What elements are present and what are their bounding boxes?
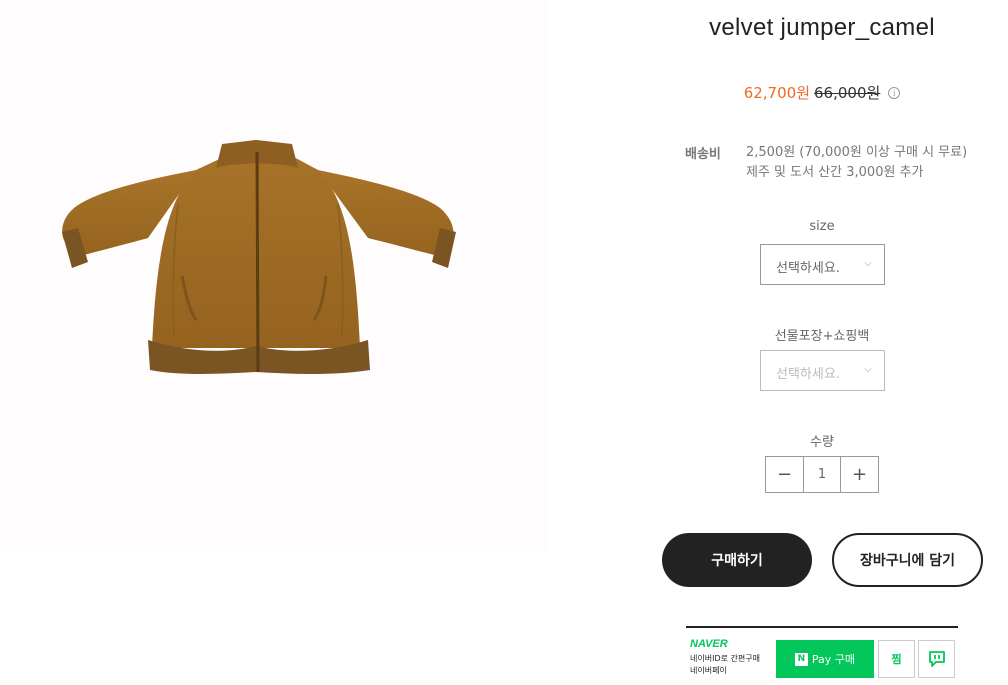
wishlist-button[interactable]: 찜	[878, 640, 915, 678]
naver-n-icon: N	[794, 652, 808, 666]
naver-desc-line-2: 네이버페이	[690, 666, 727, 675]
naver-logo: NAVER	[690, 638, 728, 650]
buy-button[interactable]: 구매하기	[662, 533, 812, 587]
naver-pay-label: Pay 구매	[811, 653, 856, 666]
product-title: velvet jumper_camel	[709, 14, 935, 41]
gift-wrap-label: 선물포장+쇼핑백	[774, 329, 870, 344]
size-select[interactable]: 선택하세요. ⌵	[760, 244, 885, 285]
shipping-line-2: 제주 및 도서 산간 3,000원 추가	[746, 165, 924, 180]
gift-wrap-select[interactable]: 선택하세요. ⌵	[760, 350, 885, 391]
quantity-decrease-button[interactable]: −	[766, 457, 803, 492]
talk-button[interactable]	[918, 640, 955, 678]
quantity-label: 수량	[810, 435, 834, 450]
product-image-area	[0, 0, 548, 552]
talk-icon	[928, 651, 945, 667]
sale-price: 62,700원	[743, 84, 810, 102]
naver-pay-box: NAVER 네이버ID로 간편구매 네이버페이 N Pay 구매 찜	[686, 626, 958, 685]
price-row: 62,700원 66,000원 i	[636, 82, 1008, 103]
shipping-line-1: 2,500원 (70,000원 이상 구매 시 무료)	[746, 145, 968, 160]
naver-pay-button[interactable]: N Pay 구매	[776, 640, 874, 678]
gift-wrap-select-value: 선택하세요.	[776, 367, 840, 382]
size-label: size	[809, 219, 835, 234]
chevron-down-icon: ⌵	[864, 258, 872, 269]
shipping-label: 배송비	[685, 147, 721, 162]
chevron-down-icon: ⌵	[864, 364, 872, 375]
quantity-stepper: − 1 +	[765, 456, 879, 493]
shipping-info: 2,500원 (70,000원 이상 구매 시 무료) 제주 및 도서 산간 3…	[746, 143, 967, 183]
original-price: 66,000원	[814, 84, 881, 102]
quantity-increase-button[interactable]: +	[841, 457, 878, 492]
naver-desc-line-1: 네이버ID로 간편구매	[690, 654, 760, 663]
quantity-value[interactable]: 1	[803, 457, 841, 492]
naver-pay-description: 네이버ID로 간편구매 네이버페이	[690, 653, 760, 677]
product-image	[62, 140, 456, 374]
product-info-panel: velvet jumper_camel 62,700원 66,000원 i 배송비 …	[636, 0, 1008, 685]
add-to-cart-button[interactable]: 장바구니에 담기	[832, 533, 983, 587]
info-icon[interactable]: i	[888, 87, 901, 99]
size-select-value: 선택하세요.	[776, 261, 840, 276]
